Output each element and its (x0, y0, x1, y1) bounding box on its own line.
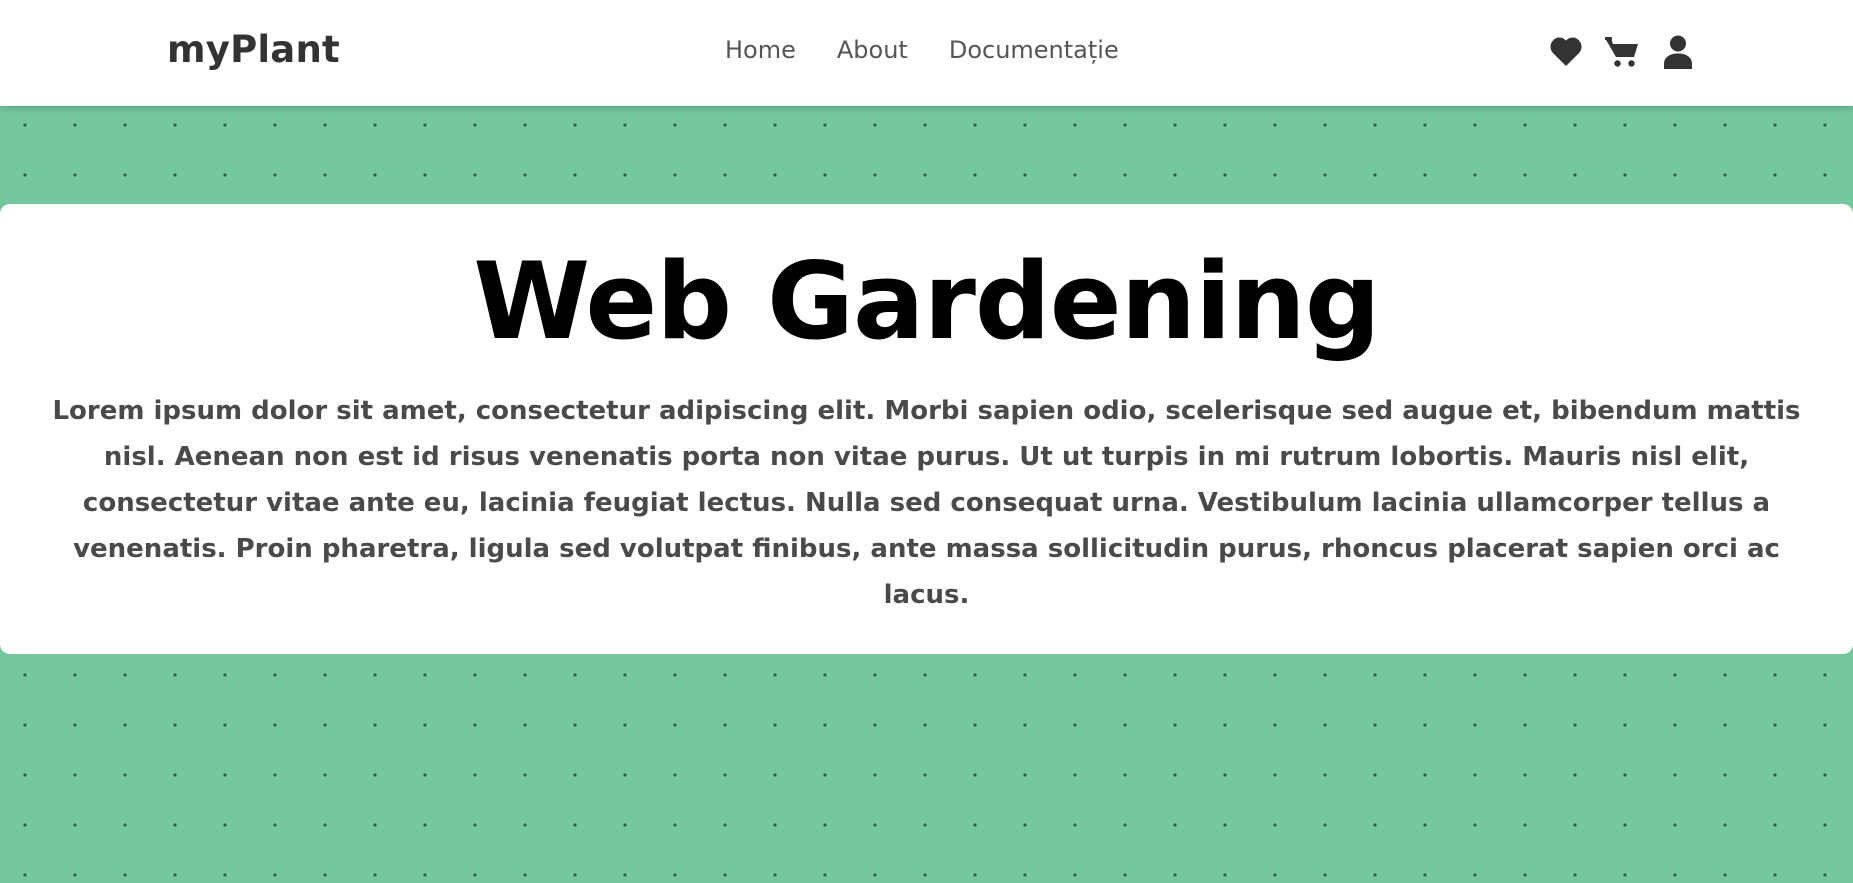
cart-icon[interactable] (1604, 34, 1640, 70)
heart-icon[interactable] (1548, 34, 1584, 70)
nav-icons (1548, 34, 1696, 70)
brand-logo[interactable]: myPlant (167, 28, 340, 71)
nav-link-about[interactable]: About (837, 36, 908, 64)
main-nav: Home About Documentație (725, 36, 1119, 64)
hero-title: Web Gardening (473, 240, 1381, 363)
user-icon[interactable] (1660, 34, 1696, 70)
navbar: myPlant Home About Documentație (0, 0, 1853, 106)
hero-card: Web Gardening Lorem ipsum dolor sit amet… (0, 204, 1853, 654)
nav-link-documentatie[interactable]: Documentație (949, 36, 1119, 64)
hero-description: Lorem ipsum dolor sit amet, consectetur … (52, 396, 1801, 611)
nav-link-home[interactable]: Home (725, 36, 796, 64)
